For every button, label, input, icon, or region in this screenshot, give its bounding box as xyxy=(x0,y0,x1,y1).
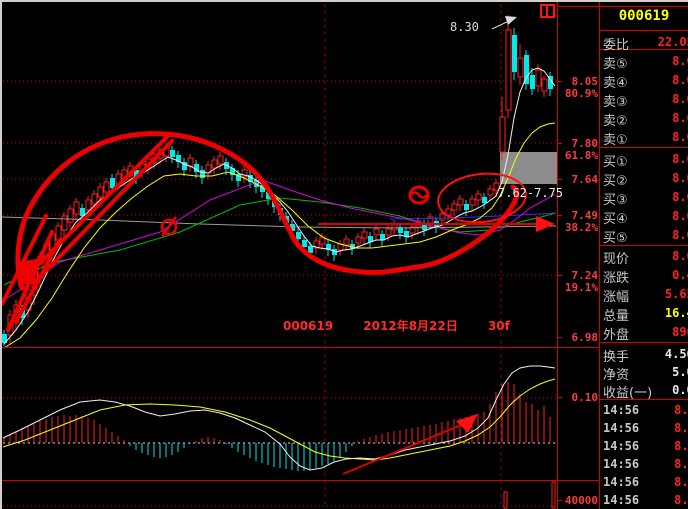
axis-tick xyxy=(557,215,562,216)
ask5-price: 8.09 xyxy=(603,54,688,68)
axis-tick xyxy=(557,81,562,82)
main-chart-svg xyxy=(0,0,557,509)
outer-volume-value: 8904 xyxy=(603,325,688,339)
axis-pct-label: 38.2% xyxy=(557,221,598,234)
bid3-price: 8.02 xyxy=(603,190,688,204)
peak-price-label: 8.30 xyxy=(450,20,479,34)
chart-caption: 000619 2012年8月22日 30f xyxy=(283,317,536,334)
axis-label: 6.98 xyxy=(557,331,598,344)
axis-tick xyxy=(557,500,562,501)
caption-stock-code: 000619 xyxy=(283,319,333,333)
caption-period: 30f xyxy=(488,319,510,333)
tape-price: 8.05 xyxy=(603,421,688,435)
trading-app-window: 8.30 7.62-7.75 000619 2012年8月22日 30f 8.0… xyxy=(0,0,688,509)
eps-value: 0.07 xyxy=(603,383,688,397)
nav-value: 5.04 xyxy=(603,365,688,379)
total-volume-value: 16.45 xyxy=(603,306,688,320)
axis-tick xyxy=(557,179,562,180)
ask4-price: 8.08 xyxy=(603,73,688,87)
bid2-price: 8.03 xyxy=(603,171,688,185)
axis-label: 40000 xyxy=(557,494,598,507)
stock-code-header[interactable]: 000619 xyxy=(600,8,688,24)
gap-range-label: 7.62-7.75 xyxy=(498,186,563,200)
change-pct-value: 5.65% xyxy=(603,287,688,301)
axis-tick xyxy=(557,337,562,338)
tape-price: 8.05 xyxy=(603,457,688,471)
axis-label: 0.10 xyxy=(557,391,598,404)
bid1-price: 8.04 xyxy=(603,152,688,166)
tape-price: 8.05 xyxy=(603,493,688,507)
quote-panel: 000619 委比 22.05% 卖⑤ 8.09 卖④ 8.08 卖③ 8.07… xyxy=(600,0,688,509)
axis-pct-label: 61.8% xyxy=(557,149,598,162)
change-value: 0.43 xyxy=(603,268,688,282)
bid4-price: 8.01 xyxy=(603,209,688,223)
tape-price: 8.05 xyxy=(603,403,688,417)
window-border-top xyxy=(0,0,688,2)
tape-price: 8.04 xyxy=(603,439,688,453)
macd-panel-divider xyxy=(2,347,600,348)
ask2-price: 8.06 xyxy=(603,111,688,125)
bid5-price: 8.00 xyxy=(603,228,688,242)
ask1-price: 8.05 xyxy=(603,130,688,144)
axis-tick xyxy=(557,143,562,144)
axis-pct-label: 19.1% xyxy=(557,281,598,294)
turnover-value: 4.56% xyxy=(603,347,688,361)
window-border-left xyxy=(0,0,2,509)
volume-panel-divider xyxy=(2,480,600,481)
separator xyxy=(600,30,688,31)
last-price-value: 8.05 xyxy=(603,249,688,263)
restore-window-icon[interactable] xyxy=(540,4,555,18)
tape-price: 8.04 xyxy=(603,475,688,489)
axis-pct-label: 80.9% xyxy=(557,87,598,100)
axis-label: 7.64 xyxy=(557,173,598,186)
ask3-price: 8.07 xyxy=(603,92,688,106)
axis-tick xyxy=(557,397,562,398)
axis-tick xyxy=(557,275,562,276)
caption-date: 2012年8月22日 xyxy=(363,319,457,333)
weibi-value: 22.05% xyxy=(603,35,688,49)
